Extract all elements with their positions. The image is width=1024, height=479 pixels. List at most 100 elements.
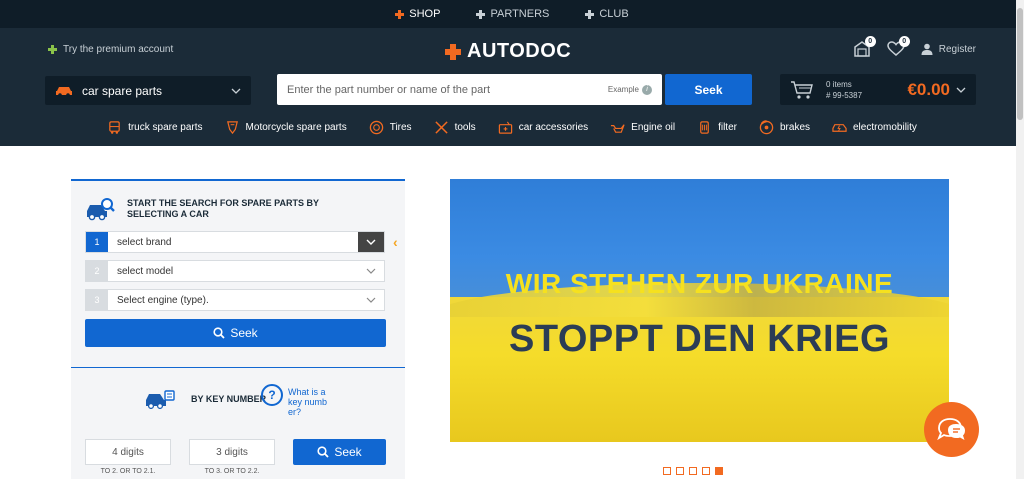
info-icon: i [642,84,652,95]
hero-banner[interactable]: WIR STEHEN ZUR UKRAINE STOPPT DEN KRIEG [450,179,949,442]
topnav-partners[interactable]: PARTNERS [476,8,549,20]
step-number: 1 [86,232,108,252]
help-question-icon[interactable]: ? [261,384,283,406]
carousel-dot[interactable] [702,467,710,475]
step-label: select brand [117,236,172,248]
header: Try the premium account AUTODOC 0 0 Regi… [0,28,1024,146]
oil-can-icon [611,124,625,133]
category-filter[interactable]: filter [686,120,748,135]
car-icon [56,86,72,97]
category-label: Motorcycle spare parts [245,122,347,133]
wishlist-button[interactable]: 0 [886,36,910,58]
category-label: Engine oil [631,122,676,133]
seek-label: Seek [230,326,258,340]
chevron-down-icon [366,239,376,245]
car-key-icon [146,390,175,409]
chevron-down-icon [231,88,241,94]
key-number-header: BY KEY NUMBER [145,389,266,409]
register-link[interactable]: Register [921,43,976,55]
banner-line1: WIR STEHEN ZUR UKRAINE [505,268,894,299]
select-engine[interactable]: 3 Select engine (type). [85,289,385,311]
dropdown-toggle[interactable] [358,290,384,310]
garage-button[interactable]: 0 [853,36,876,58]
select-brand[interactable]: 1 select brand [85,231,385,253]
dropdown-toggle[interactable] [358,261,384,281]
category-nav: truck spare parts Motorcycle spare parts… [0,120,1024,135]
key-number-seek-button[interactable]: Seek [293,439,386,465]
user-icon [921,43,933,55]
truck-icon [109,121,120,134]
scrollbar-thumb[interactable] [1017,8,1023,120]
category-label: Tires [389,122,412,133]
banner-line2: STOPPT DEN KRIEG [508,318,891,360]
plus-icon [48,45,57,54]
motorcycle-icon [226,121,238,135]
topnav-label: PARTNERS [490,8,550,20]
chat-button[interactable] [924,402,979,457]
premium-link[interactable]: Try the premium account [48,44,173,55]
category-car-accessories[interactable]: car accessories [487,120,599,135]
select-model[interactable]: 2 select model [85,260,385,282]
key-number-hint: TO 3. OR TO 2.2. [204,468,260,475]
car-search-title: START THE SEARCH FOR SPARE PARTS BY SELE… [127,198,319,219]
example-label: Example [607,85,639,94]
chat-icon [936,417,965,440]
category-engine-oil[interactable]: Engine oil [599,120,686,135]
cart-icon [791,80,813,99]
step-label: Select engine (type). [117,294,209,306]
category-motorcycle[interactable]: Motorcycle spare parts [214,120,358,135]
car-search-header: START THE SEARCH FOR SPARE PARTS BY SELE… [85,197,327,221]
example-link[interactable]: Example i [607,84,652,95]
tire-icon [369,120,383,135]
carousel-dot[interactable] [663,467,671,475]
category-brakes[interactable]: brakes [748,120,821,135]
category-label: filter [718,122,737,133]
key-number-3digits-input[interactable] [189,439,275,465]
category-tools[interactable]: tools [423,120,487,135]
plus-icon [395,9,405,19]
logo[interactable]: AUTODOC [445,40,571,63]
search-seek-button[interactable]: Seek [665,74,752,105]
page-scrollbar[interactable] [1016,0,1024,479]
search-icon [317,446,329,458]
category-tires[interactable]: Tires [358,120,423,135]
chevron-down-icon [366,297,376,303]
plus-icon [585,9,595,19]
chevron-left-icon: ‹ [393,234,398,250]
key-number-help-link[interactable]: What is a key number? [288,387,328,417]
search-input[interactable] [287,83,608,96]
plus-icon [476,9,486,19]
category-select[interactable]: car spare parts [45,76,251,105]
register-label: Register [938,43,976,55]
category-truck[interactable]: truck spare parts [96,120,213,135]
car-search-panel: START THE SEARCH FOR SPARE PARTS BY SELE… [71,179,405,479]
cart-button[interactable]: 0 items # 99-5387 €0.00 [780,74,976,105]
seek-label: Seek [334,445,362,459]
carousel-dot[interactable] [689,467,697,475]
search-icon [213,327,225,339]
dropdown-toggle[interactable] [358,232,384,252]
panel-divider [71,367,405,368]
key-number-title: BY KEY NUMBER [191,394,267,404]
cart-price: €0.00 [907,79,950,99]
car-accessories-icon [498,121,512,134]
step-label: select model [117,265,174,277]
brake-disc-icon [759,120,774,135]
topnav-shop[interactable]: SHOP [395,8,440,20]
tools-icon [434,121,448,134]
cart-info: 0 items # 99-5387 [826,79,862,101]
electric-car-icon [832,124,847,132]
car-search-seek-button[interactable]: Seek [85,319,386,347]
logo-plus-icon [445,43,461,60]
logo-text: AUTODOC [467,40,572,62]
carousel-dot-active[interactable] [715,467,723,475]
cart-items: 0 items [826,79,852,89]
category-electromobility[interactable]: electromobility [821,120,928,135]
carousel-dot[interactable] [676,467,684,475]
topnav-club[interactable]: CLUB [585,8,629,20]
filter-icon [700,121,709,134]
key-number-4digits-input[interactable] [85,439,171,465]
key-number-hint: TO 2. OR TO 2.1. [100,468,156,475]
car-search-icon [87,198,115,221]
step-number: 2 [86,261,108,281]
